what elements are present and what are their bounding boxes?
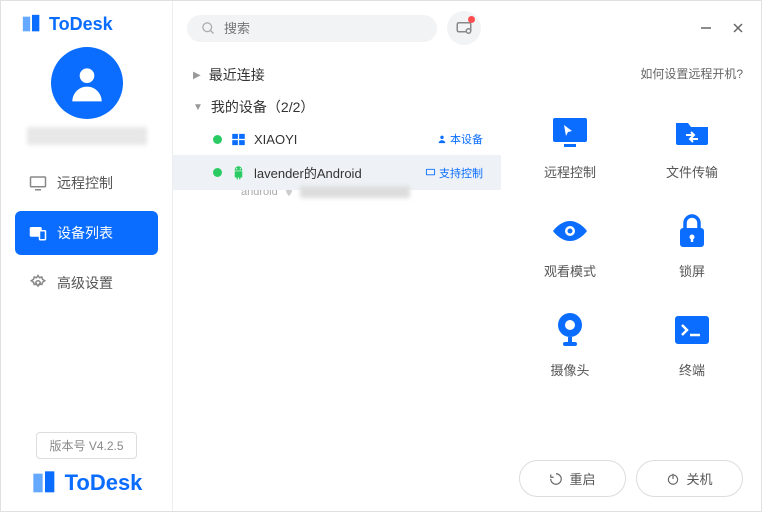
monitor-icon	[29, 174, 47, 192]
connect-button[interactable]	[447, 11, 481, 45]
minimize-button[interactable]	[697, 19, 715, 37]
logo-icon	[31, 469, 59, 497]
chevron-down-icon: ▼	[193, 102, 203, 113]
top-bar	[173, 1, 761, 55]
action-label: 文件传输	[666, 162, 718, 181]
person-icon	[437, 134, 447, 144]
avatar-wrap[interactable]	[51, 47, 123, 119]
nav-label: 高级设置	[57, 273, 113, 293]
avatar	[51, 47, 123, 119]
device-row[interactable]: XIAOYI 本设备	[173, 123, 501, 155]
power-icon	[666, 472, 680, 486]
windows-icon	[230, 131, 246, 147]
action-label: 观看模式	[544, 261, 596, 280]
search-input[interactable]	[224, 21, 423, 36]
username-blur	[27, 127, 147, 145]
nav-label: 远程控制	[57, 173, 113, 193]
lock-icon	[676, 213, 708, 249]
logo-top: ToDesk	[1, 1, 172, 43]
action-label: 远程控制	[544, 162, 596, 181]
action-remote-control[interactable]: 远程控制	[544, 110, 596, 181]
restart-icon	[549, 472, 563, 486]
app-window: ToDesk 远程控制 设备列表 高级设置 版本号 V4.2.5	[0, 0, 762, 512]
brand-bottom: ToDesk	[31, 469, 143, 511]
action-label: 终端	[679, 360, 705, 379]
action-lock-screen[interactable]: 锁屏	[670, 209, 714, 280]
close-button[interactable]	[729, 19, 747, 37]
eye-icon	[550, 217, 590, 245]
android-icon	[230, 165, 246, 181]
group-recent[interactable]: ▶ 最近连接	[173, 59, 501, 91]
brand-text: ToDesk	[49, 14, 113, 35]
device-name: XIAOYI	[254, 132, 429, 147]
window-controls	[697, 19, 747, 37]
version-badge[interactable]: 版本号 V4.2.5	[36, 432, 136, 459]
action-column: 如何设置远程开机? 远程控制 文件传输 观看模式	[501, 55, 761, 511]
chevron-right-icon: ▶	[193, 70, 201, 81]
brand-text: ToDesk	[65, 470, 143, 496]
search-box[interactable]	[187, 15, 437, 42]
status-online-icon	[213, 168, 222, 177]
user-icon	[65, 61, 109, 105]
terminal-icon	[673, 314, 711, 346]
monitor-small-icon	[425, 167, 436, 178]
action-grid: 远程控制 文件传输 观看模式 锁屏	[519, 110, 743, 379]
action-terminal[interactable]: 终端	[670, 308, 714, 379]
camera-icon	[553, 312, 587, 348]
nav: 远程控制 设备列表 高级设置	[1, 161, 172, 305]
location-blur	[300, 186, 410, 198]
shutdown-button[interactable]: 关机	[636, 460, 743, 497]
status-online-icon	[213, 135, 222, 144]
remote-control-icon	[550, 115, 590, 149]
content: ▶ 最近连接 ▼ 我的设备（2/2） XIAOYI 本设备	[173, 55, 761, 511]
device-name: lavender的Android	[254, 163, 417, 182]
notification-dot	[468, 16, 475, 23]
action-camera[interactable]: 摄像头	[548, 308, 592, 379]
group-my-devices[interactable]: ▼ 我的设备（2/2）	[173, 91, 501, 123]
action-label: 锁屏	[679, 261, 705, 280]
restart-button[interactable]: 重启	[519, 460, 626, 497]
device-list-column: ▶ 最近连接 ▼ 我的设备（2/2） XIAOYI 本设备	[173, 55, 501, 511]
power-buttons: 重启 关机	[519, 442, 743, 497]
gear-icon	[29, 274, 47, 292]
action-watch-mode[interactable]: 观看模式	[544, 209, 596, 280]
logo-icon	[21, 13, 43, 35]
file-transfer-icon	[672, 115, 712, 149]
sidebar: ToDesk 远程控制 设备列表 高级设置 版本号 V4.2.5	[1, 1, 173, 511]
help-link[interactable]: 如何设置远程开机?	[519, 65, 743, 82]
main: ▶ 最近连接 ▼ 我的设备（2/2） XIAOYI 本设备	[173, 1, 761, 511]
action-file-transfer[interactable]: 文件传输	[666, 110, 718, 181]
group-label: 最近连接	[209, 65, 265, 85]
group-label: 我的设备（2/2）	[211, 97, 314, 117]
devices-icon	[29, 224, 47, 242]
nav-label: 设备列表	[57, 223, 113, 243]
nav-remote-control[interactable]: 远程控制	[15, 161, 158, 205]
nav-advanced-settings[interactable]: 高级设置	[15, 261, 158, 305]
device-row[interactable]: lavender的Android 支持控制	[173, 155, 501, 190]
nav-device-list[interactable]: 设备列表	[15, 211, 158, 255]
device-tag: 支持控制	[425, 165, 483, 181]
action-label: 摄像头	[550, 360, 589, 379]
search-icon	[201, 21, 216, 36]
device-tag: 本设备	[437, 131, 483, 147]
